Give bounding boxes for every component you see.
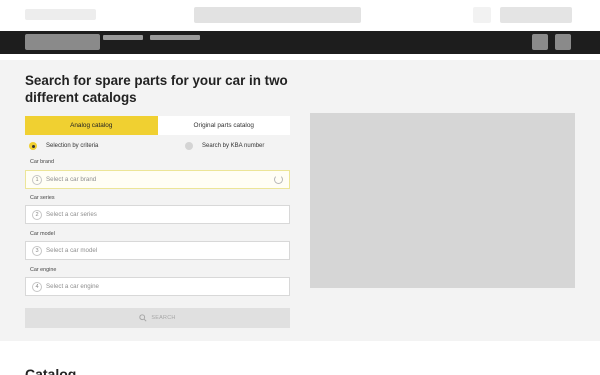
catalog-tabs: Analog catalog Original parts catalog	[25, 116, 290, 135]
car-model-select[interactable]: 3 Select a car model	[25, 241, 290, 260]
radio-selection-by-criteria[interactable]: Selection by criteria	[29, 142, 98, 150]
page-title: Search for spare parts for your car in t…	[25, 73, 288, 105]
car-series-select[interactable]: 2 Select a car series	[25, 205, 290, 224]
main-navigation	[0, 31, 600, 54]
car-series-label: Car series	[30, 195, 55, 201]
parts-search-section: Search for spare parts for your car in t…	[0, 60, 600, 341]
car-engine-select[interactable]: 4 Select a car engine	[25, 277, 290, 296]
radio-search-by-kba-number[interactable]: Search by KBA number	[185, 142, 264, 150]
car-model-placeholder: Select a car model	[46, 247, 98, 254]
search-button[interactable]: SEARCH	[25, 308, 290, 328]
nav-icon-button-placeholder[interactable]	[532, 34, 548, 50]
car-engine-label: Car engine	[30, 267, 57, 273]
car-brand-placeholder: Select a car brand	[46, 176, 97, 183]
nav-catalog-button-placeholder[interactable]	[25, 34, 100, 50]
header-search-placeholder[interactable]	[194, 7, 361, 23]
tab-analog-catalog[interactable]: Analog catalog	[25, 116, 158, 135]
car-model-label: Car model	[30, 231, 55, 237]
car-brand-select[interactable]: 1 Select a car brand	[25, 170, 290, 189]
header-icon-placeholder[interactable]	[473, 7, 491, 23]
site-header	[0, 0, 600, 31]
tab-original-parts-catalog[interactable]: Original parts catalog	[157, 116, 290, 135]
search-icon	[139, 314, 147, 322]
radio-label: Selection by criteria	[46, 143, 99, 149]
search-button-label: SEARCH	[151, 315, 176, 321]
car-brand-label: Car brand	[30, 159, 54, 165]
nav-link-placeholder[interactable]	[103, 35, 143, 40]
loading-spinner-icon	[274, 175, 283, 184]
header-actions-placeholder[interactable]	[500, 7, 572, 23]
search-mode-options: Selection by criteria Search by KBA numb…	[25, 142, 290, 154]
step-number: 2	[32, 209, 42, 220]
car-series-placeholder: Select a car series	[46, 211, 97, 218]
radio-unselected-icon	[185, 142, 193, 150]
logo-placeholder[interactable]	[25, 9, 96, 20]
step-number: 3	[32, 245, 42, 256]
catalog-section-title: Catalog	[25, 366, 77, 375]
radio-label: Search by KBA number	[202, 143, 265, 149]
step-number: 1	[32, 174, 42, 185]
step-number: 4	[32, 281, 42, 292]
nav-link-placeholder[interactable]	[150, 35, 200, 40]
car-engine-placeholder: Select a car engine	[46, 283, 99, 290]
radio-selected-icon	[29, 142, 37, 150]
nav-icon-button-placeholder[interactable]	[555, 34, 571, 50]
catalog-image-placeholder	[310, 113, 575, 288]
